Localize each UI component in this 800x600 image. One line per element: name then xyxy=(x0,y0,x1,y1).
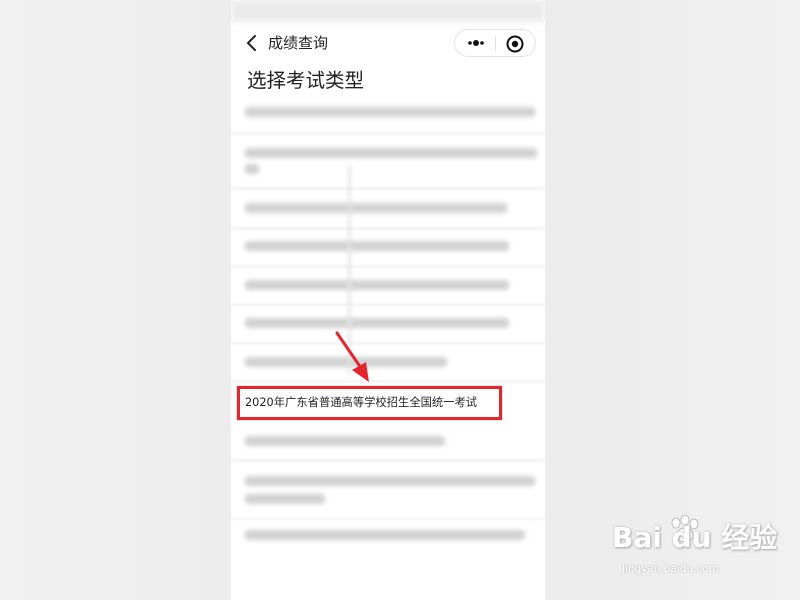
red-arrow-annotation xyxy=(328,328,376,388)
baidu-watermark-url: jingyan.baidu.com xyxy=(622,563,719,575)
mini-program-capsule xyxy=(454,29,536,57)
list-divider xyxy=(231,188,545,189)
capsule-divider xyxy=(495,36,496,51)
list-divider xyxy=(231,343,545,344)
list-item[interactable] xyxy=(245,107,535,117)
list-item[interactable] xyxy=(245,436,445,446)
list-item[interactable] xyxy=(245,530,525,540)
list-divider xyxy=(231,460,545,461)
list-item[interactable] xyxy=(245,280,509,290)
baidu-watermark-logo: Bai du 经验 xyxy=(612,521,778,554)
list-divider xyxy=(231,304,545,305)
nav-title: 成绩查询 xyxy=(268,34,329,52)
list-item[interactable] xyxy=(245,476,535,486)
exam-item-label: 2020年广东省普通高等学校招生全国统一考试 xyxy=(245,396,478,409)
list-divider xyxy=(231,518,545,519)
list-divider xyxy=(231,381,545,382)
page-heading: 选择考试类型 xyxy=(247,69,365,92)
highlighted-exam-item[interactable]: 2020年广东省普通高等学校招生全国统一考试 xyxy=(237,386,502,420)
list-item[interactable] xyxy=(245,164,259,174)
status-bar xyxy=(231,0,545,22)
target-circle-icon[interactable] xyxy=(504,33,526,55)
phone-screen: 成绩查询 选择考试类型 2020年广东省普通高等学校招生全国统一考试 xyxy=(231,0,545,600)
more-dots-icon[interactable] xyxy=(463,33,489,53)
list-divider xyxy=(231,133,545,134)
list-divider xyxy=(231,228,545,229)
list-divider xyxy=(231,266,545,267)
chevron-left-icon[interactable] xyxy=(243,33,263,53)
list-item[interactable] xyxy=(245,203,507,213)
list-item[interactable] xyxy=(245,241,509,251)
list-item[interactable] xyxy=(245,318,509,328)
list-item[interactable] xyxy=(245,148,537,158)
list-item[interactable] xyxy=(245,494,325,504)
